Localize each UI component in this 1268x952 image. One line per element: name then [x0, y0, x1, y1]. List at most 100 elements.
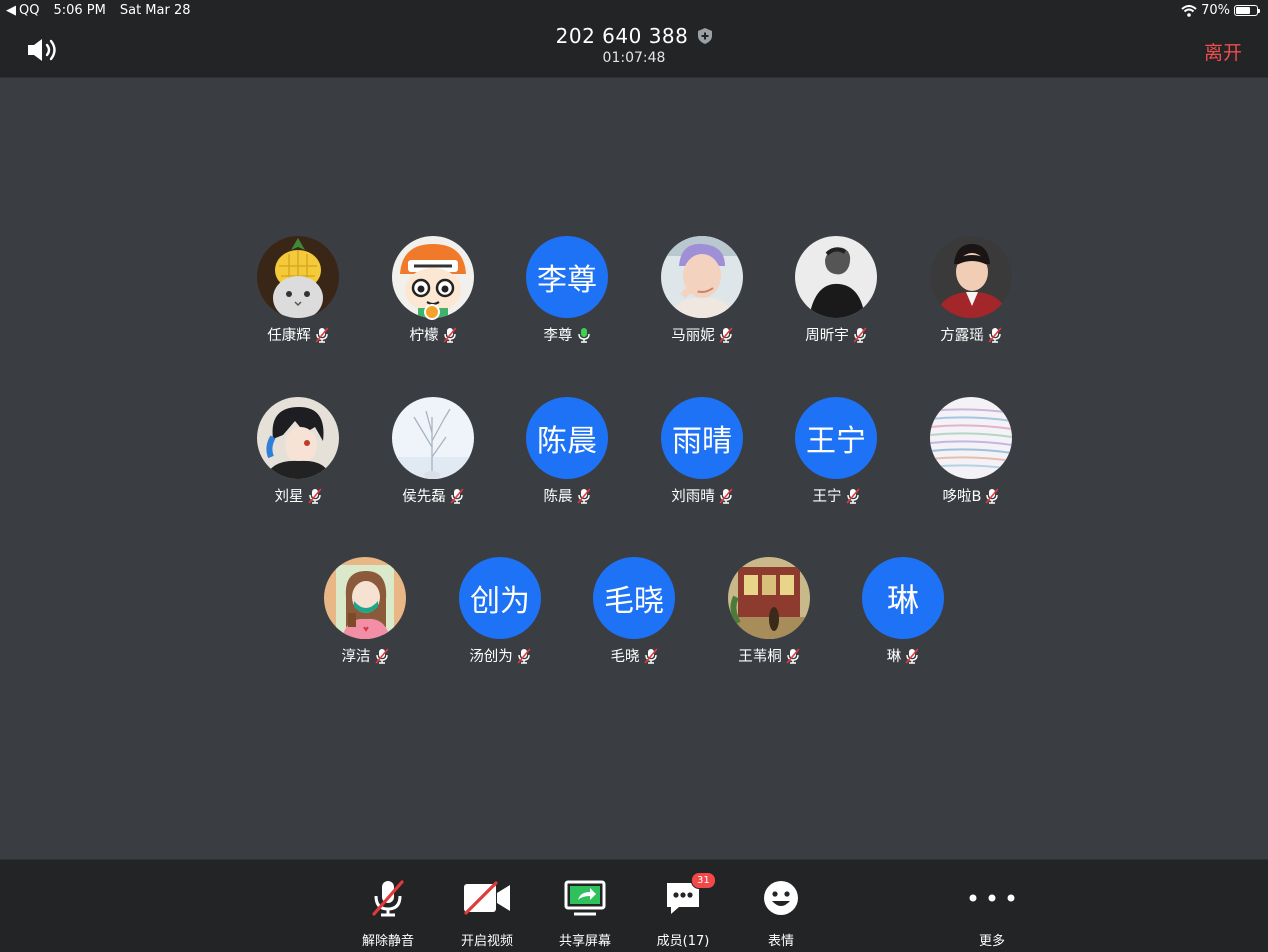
illustration-girl-avatar-icon: [324, 557, 406, 639]
back-triangle-icon: ◀: [6, 3, 16, 18]
participant-tile[interactable]: 李尊 李尊: [507, 236, 627, 356]
participant-name: 琳: [886, 649, 902, 665]
start-video-label: 开启视频: [460, 934, 513, 949]
participant-tile[interactable]: 王宁 王宁: [776, 397, 896, 517]
participant-name: 王宁: [812, 489, 842, 505]
participant-tile[interactable]: 刘星: [238, 397, 358, 517]
anime-avatar-icon: [257, 397, 339, 479]
mic-muted-icon: [450, 488, 464, 504]
more-label: 更多: [978, 934, 1005, 949]
participant-tile[interactable]: 马丽妮: [642, 236, 762, 356]
portrait-avatar-icon: [930, 236, 1012, 318]
members-label: 成员(17): [656, 934, 710, 949]
share-screen-label: 共享屏幕: [558, 934, 611, 949]
meeting-id[interactable]: 202 640 388: [556, 24, 713, 48]
leave-button[interactable]: 离开: [1204, 38, 1242, 65]
initials-avatar: 雨晴: [661, 397, 743, 479]
meeting-toolbar: 解除静音 开启视频 共享屏幕 31 成员(17) 表情 更多: [0, 859, 1268, 952]
person-avatar-icon: [661, 236, 743, 318]
mic-active-icon: [577, 327, 590, 343]
battery-fill: [1236, 7, 1250, 14]
participant-tile[interactable]: 雨晴 刘雨晴: [642, 397, 762, 517]
mic-muted-icon: [577, 488, 590, 504]
video-off-icon: [464, 881, 510, 915]
participant-tile[interactable]: 创为 汤创为: [440, 557, 560, 677]
initials-avatar: 毛晓: [593, 557, 675, 639]
participant-name: 柠檬: [409, 328, 439, 344]
share-screen-icon: [564, 880, 606, 916]
participant-name: 任康辉: [267, 328, 311, 344]
participant-tile[interactable]: 侯先磊: [373, 397, 493, 517]
participant-tile[interactable]: 柠檬: [373, 236, 493, 356]
unmute-button[interactable]: 解除静音: [348, 878, 428, 949]
participant-tile[interactable]: 王苇桐: [709, 557, 829, 677]
mic-muted-icon: [719, 327, 733, 343]
pineapple-cat-avatar-icon: [257, 236, 339, 318]
participant-tile[interactable]: 毛晓 毛晓: [574, 557, 694, 677]
initials-avatar: 陈晨: [526, 397, 608, 479]
status-date: Sat Mar 28: [119, 3, 191, 18]
more-dots-icon: [969, 894, 1015, 902]
participant-name: 方露瑶: [940, 328, 984, 344]
participant-name: 陈晨: [543, 489, 573, 505]
reactions-button[interactable]: 表情: [741, 878, 821, 949]
initials-avatar: 李尊: [526, 236, 608, 318]
initials-avatar: 创为: [459, 557, 541, 639]
host-badge-icon: [424, 304, 440, 320]
mic-muted-icon: [986, 488, 999, 504]
mic-muted-icon: [375, 648, 388, 664]
participant-tile[interactable]: 淳洁: [305, 557, 425, 677]
participant-name: 侯先磊: [402, 489, 446, 505]
participant-name: 马丽妮: [671, 328, 715, 344]
initials-avatar: 琳: [862, 557, 944, 639]
status-time: 5:06 PM: [53, 3, 106, 18]
participant-tile[interactable]: 陈晨 陈晨: [507, 397, 627, 517]
mic-muted-icon: [315, 327, 329, 343]
start-video-button[interactable]: 开启视频: [447, 878, 527, 949]
participant-tile[interactable]: 周昕宇: [776, 236, 896, 356]
meeting-id-text: 202 640 388: [555, 24, 689, 48]
members-button[interactable]: 31 成员(17): [643, 872, 723, 949]
street-scene-avatar-icon: [728, 557, 810, 639]
participant-name: 汤创为: [469, 649, 513, 665]
meeting-timer: 01:07:48: [602, 50, 666, 66]
participant-name: 毛晓: [610, 649, 640, 665]
mic-muted-icon: [988, 327, 1002, 343]
participant-tile[interactable]: 琳 琳: [843, 557, 963, 677]
participant-name: 刘星: [274, 489, 304, 505]
participant-name: 哆啦B: [942, 489, 982, 505]
participant-tile[interactable]: 哆啦B: [911, 397, 1031, 517]
smiley-icon: [764, 881, 798, 915]
participant-tile[interactable]: 方露瑶: [911, 236, 1031, 356]
abstract-lines-avatar-icon: [930, 397, 1012, 479]
winter-tree-avatar-icon: [392, 397, 474, 479]
mic-muted-icon: [846, 488, 859, 504]
mic-muted-icon: [443, 327, 456, 343]
mic-muted-icon: [905, 648, 919, 664]
mic-muted-icon: [308, 488, 321, 504]
reactions-label: 表情: [767, 934, 794, 949]
members-badge: 31: [691, 872, 716, 889]
mic-off-icon: [372, 880, 404, 917]
battery-icon: [1234, 5, 1260, 16]
mic-muted-icon: [719, 488, 733, 504]
battery-percent: 70%: [1201, 3, 1230, 18]
mic-muted-icon: [853, 327, 867, 343]
participant-name: 李尊: [543, 328, 573, 344]
participant-tile[interactable]: 任康辉: [238, 236, 358, 356]
status-bar: ◀ QQ 5:06 PM Sat Mar 28 70%: [0, 0, 1268, 22]
back-to-app[interactable]: ◀ QQ: [6, 3, 39, 18]
participant-name: 刘雨晴: [671, 489, 715, 505]
participant-name: 淳洁: [341, 649, 371, 665]
shield-icon: [698, 28, 713, 44]
unmute-label: 解除静音: [361, 934, 414, 949]
initials-avatar: 王宁: [795, 397, 877, 479]
more-button[interactable]: 更多: [952, 878, 1032, 949]
participant-name: 王苇桐: [738, 649, 782, 665]
mic-muted-icon: [517, 648, 531, 664]
mic-muted-icon: [644, 648, 657, 664]
wifi-icon: [1181, 4, 1197, 17]
participant-grid: 任康辉 柠檬 李尊 李尊 马丽妮 周昕宇 方露瑶 刘星 侯先磊 陈晨 陈晨 雨晴…: [0, 78, 1268, 859]
back-app-label: QQ: [19, 3, 40, 18]
share-screen-button[interactable]: 共享屏幕: [545, 878, 625, 949]
